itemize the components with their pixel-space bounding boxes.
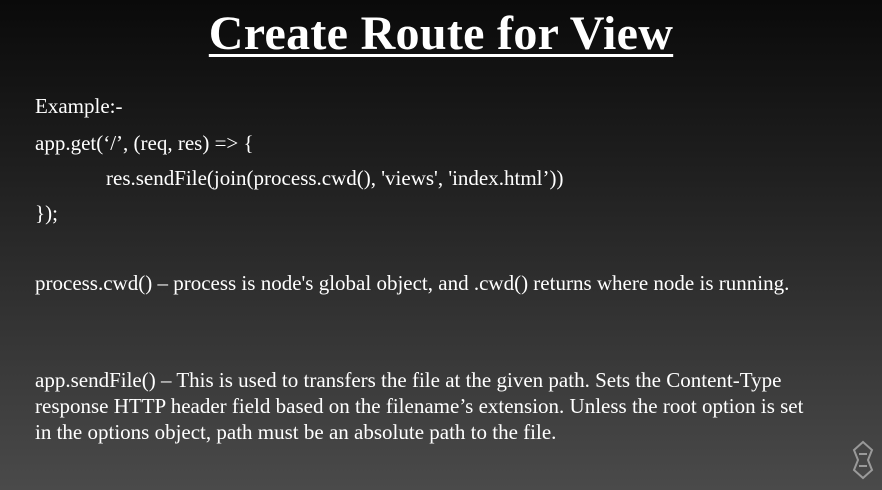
sendfile-description: app.sendFile() – This is used to transfe… bbox=[35, 368, 804, 444]
process-cwd-description: process.cwd() – process is node's global… bbox=[35, 271, 790, 295]
slide-title: Create Route for View bbox=[208, 7, 674, 60]
code-line-1: app.get(‘/’, (req, res) => { bbox=[35, 131, 254, 155]
logo-watermark-icon bbox=[852, 440, 874, 480]
code-line-2: res.sendFile(join(process.cwd(), 'views'… bbox=[106, 166, 564, 190]
code-line-3: }); bbox=[35, 201, 58, 225]
example-label: Example:- bbox=[35, 94, 123, 118]
